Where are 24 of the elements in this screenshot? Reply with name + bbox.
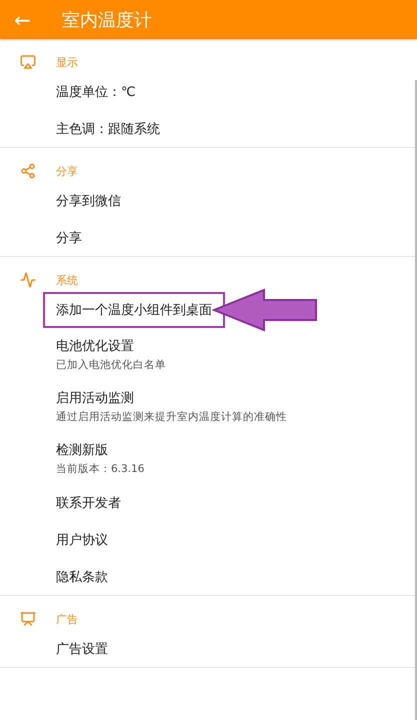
setting-item[interactable]: 分享到微信: [56, 192, 121, 210]
setting-item[interactable]: 分享: [56, 228, 82, 246]
app-title: 室内温度计: [62, 8, 152, 32]
setting-item[interactable]: 用户协议: [56, 530, 108, 548]
setting-item[interactable]: 电池优化设置: [56, 336, 134, 354]
section-title: 广告: [56, 612, 78, 626]
setting-item[interactable]: 联系开发者: [56, 494, 121, 512]
setting-item[interactable]: 主色调：跟随系统: [56, 120, 160, 138]
setting-item[interactable]: 隐私条款: [56, 568, 108, 586]
section-title: 系统: [56, 272, 78, 288]
pulse-icon: [20, 272, 36, 288]
share-icon: [20, 163, 36, 179]
setting-item[interactable]: 广告设置: [56, 640, 108, 658]
highlighted-setting-item[interactable]: 添加一个温度小组件到桌面: [43, 292, 225, 328]
section-title: 显示: [56, 54, 78, 70]
setting-item[interactable]: 温度单位：℃: [56, 82, 136, 100]
section-title: 分享: [56, 164, 78, 178]
board-icon: [20, 611, 36, 627]
setting-item[interactable]: 启用活动监测: [56, 388, 134, 406]
setting-description: 已加入电池优化白名单: [56, 358, 167, 372]
setting-description: 通过启用活动监测来提升室内温度计算的准确性: [56, 410, 288, 424]
setting-item[interactable]: 检测新版: [56, 440, 108, 458]
setting-description: 当前版本：6.3.16: [56, 462, 146, 476]
screen-icon: [20, 54, 36, 70]
